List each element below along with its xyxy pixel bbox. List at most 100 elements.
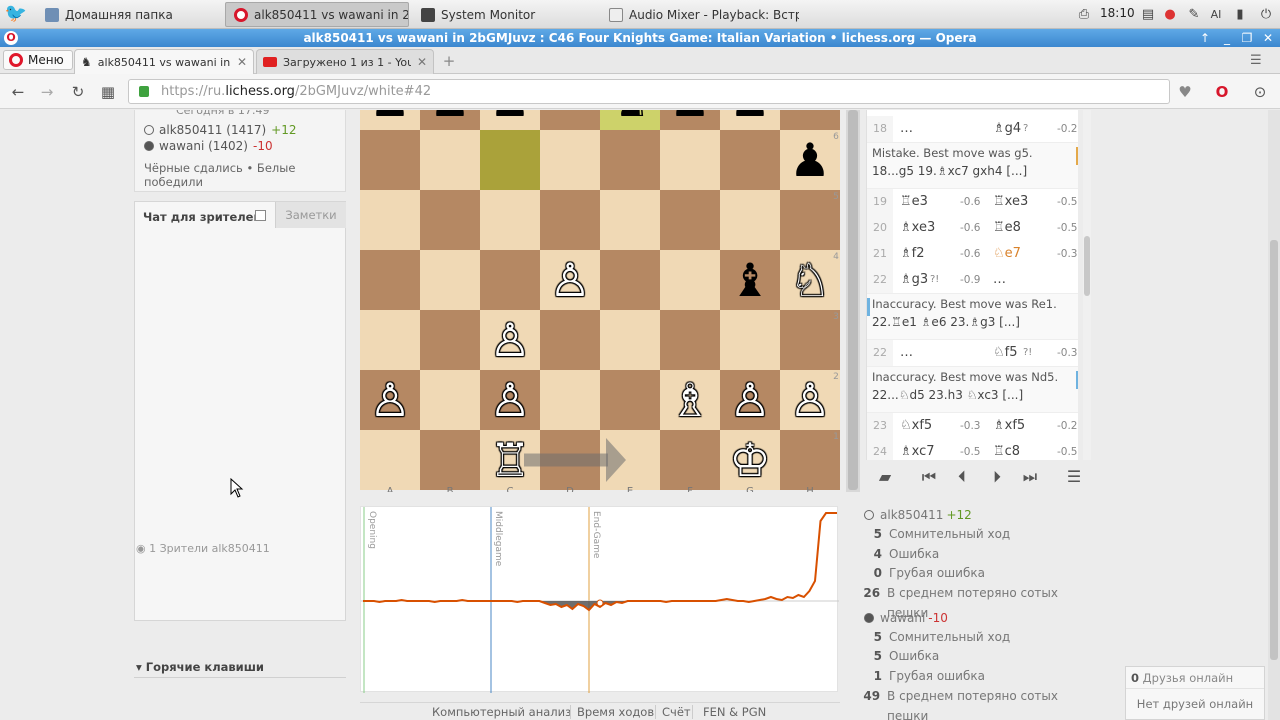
divider: [134, 677, 346, 678]
first-move-icon[interactable]: ⏮: [918, 466, 940, 488]
last-move-icon[interactable]: ⏭: [1019, 466, 1041, 488]
black-move[interactable]: ♗g4: [993, 116, 1021, 142]
white-move[interactable]: ♗xe3: [900, 215, 935, 241]
next-move-icon[interactable]: ⏵: [986, 466, 1008, 488]
black-move[interactable]: ♘f5: [993, 340, 1018, 366]
clock[interactable]: 18:10: [1100, 6, 1135, 20]
forward-icon[interactable]: →: [37, 82, 57, 102]
minimize-icon[interactable]: _: [1218, 29, 1236, 47]
best-line[interactable]: 18...g5 19.♗xc7 gxh4 [...]: [872, 164, 1075, 178]
white-eval: -0.9: [960, 274, 981, 286]
white-move[interactable]: …: [900, 116, 913, 142]
task-opera[interactable]: alk850411 vs wawani in 2bG...: [225, 2, 409, 27]
black-move[interactable]: …: [993, 267, 1006, 293]
record-tray-icon[interactable]: ●: [1160, 4, 1180, 24]
speed-dial-icon[interactable]: ▦: [98, 82, 118, 102]
start-menu-icon[interactable]: 🐦: [4, 3, 28, 25]
power-tray-icon[interactable]: ⏻: [1256, 4, 1276, 24]
scrollbar-thumb[interactable]: [1270, 240, 1278, 660]
tab-notes[interactable]: Заметки: [275, 202, 346, 228]
task-audio-mixer[interactable]: Audio Mixer - Playback: Встр...: [600, 2, 800, 27]
browser-tabbar: Меню ♞ alk850411 vs wawani in 2bGM ✕ Заг…: [0, 47, 1280, 74]
tab-fen-pgn[interactable]: FEN & PGN: [703, 705, 766, 719]
task-home-folder[interactable]: Домашняя папка: [36, 2, 222, 27]
url-field[interactable]: https://ru.lichess.org/2bGMJuvz/white#42: [128, 79, 1170, 104]
prev-move-icon[interactable]: ⏴: [951, 466, 973, 488]
file-label: D: [566, 486, 574, 492]
opera-menu-button[interactable]: Меню: [3, 50, 73, 70]
white-move[interactable]: ♗xc7: [900, 439, 935, 460]
white-move[interactable]: ♗f2: [900, 241, 925, 267]
stat-row[interactable]: 26 В среднем потеряно сотых пешки: [862, 584, 1082, 620]
tab-move-times[interactable]: Время ходов: [577, 705, 654, 719]
window-shade-icon[interactable]: ↑: [1196, 29, 1214, 47]
white-move[interactable]: …: [900, 340, 913, 366]
tab-close-icon[interactable]: ✕: [237, 55, 247, 69]
stat-row[interactable]: 1 Грубая ошибка: [862, 667, 1082, 687]
black-player[interactable]: wawani (1402) -10: [144, 138, 336, 154]
black-eval: -0.3: [1057, 347, 1078, 359]
hamburger-menu-icon[interactable]: ☰: [1063, 466, 1085, 488]
move-list-scrollbar[interactable]: [1083, 110, 1091, 460]
stat-row[interactable]: 0 Грубая ошибка: [862, 564, 1082, 584]
friends-header[interactable]: 0 Друзья онлайн: [1126, 667, 1264, 689]
network-tray-icon[interactable]: ▤: [1138, 4, 1158, 24]
tab-close-icon[interactable]: ✕: [417, 55, 427, 69]
black-rating-diff: -10: [253, 139, 273, 153]
move-comment[interactable]: Inaccuracy. Best move was Nd5. 22...♘d5 2…: [867, 366, 1078, 413]
black-move[interactable]: ♗xf5: [993, 413, 1025, 439]
opening-book-icon[interactable]: ▰: [874, 466, 896, 488]
maximize-icon[interactable]: ❐: [1238, 29, 1256, 47]
chess-board[interactable]: ♟♟♟♞♟♟♟♙♝♘♙♙♙♗♙♙♖♔87654321ABCDEFGH: [360, 110, 840, 492]
hotkeys-toggle[interactable]: ▾ Горячие клавиши: [136, 660, 264, 674]
white-move[interactable]: ♘xf5: [900, 413, 932, 439]
black-move[interactable]: ♘e7: [993, 241, 1021, 267]
scrollbar-thumb[interactable]: [848, 110, 858, 490]
best-line[interactable]: 22...♘d5 23.h3 ♘xc3 [...]: [872, 388, 1075, 402]
black-move[interactable]: ♖xe3: [993, 189, 1028, 215]
tab-spectator-chat[interactable]: Чат для зрителей: [135, 202, 275, 228]
chat-toggle-checkbox[interactable]: [255, 210, 266, 221]
keyboard-layout-icon[interactable]: AI: [1206, 4, 1226, 24]
opera-turbo-icon[interactable]: O: [1212, 82, 1232, 102]
white-player[interactable]: alk850411 (1417) +12: [144, 122, 336, 138]
tab-computer-analysis[interactable]: Компьютерный анализ: [432, 705, 571, 719]
back-icon[interactable]: ←: [8, 82, 28, 102]
tools-tray-icon[interactable]: ✎: [1184, 4, 1204, 24]
stat-row[interactable]: 5 Сомнительный ход: [862, 525, 1082, 545]
downloads-icon[interactable]: ⊙: [1250, 82, 1270, 102]
reload-icon[interactable]: ↻: [68, 82, 88, 102]
new-tab-icon[interactable]: +: [440, 52, 458, 70]
scrollbar-thumb[interactable]: [1084, 236, 1090, 296]
black-move[interactable]: ♖c8: [993, 439, 1020, 460]
task-system-monitor[interactable]: System Monitor: [412, 2, 598, 27]
stats-black-player[interactable]: wawani -10: [862, 608, 1082, 628]
white-move[interactable]: ♗g3: [900, 267, 928, 293]
battery-tray-icon[interactable]: ▮: [1230, 4, 1250, 24]
move-list[interactable]: 18 … ♗g4? -0.2 Mistake. Best move was g5. 18.…: [866, 110, 1078, 460]
white-move[interactable]: ♖e3: [900, 189, 928, 215]
friends-widget[interactable]: 0 Друзья онлайн Нет друзей онлайн: [1125, 666, 1265, 720]
black-move[interactable]: ♖e8: [993, 215, 1021, 241]
best-line[interactable]: 22.♖e1 ♗e6 23.♗g3 [...]: [872, 315, 1075, 329]
tab-lichess[interactable]: ♞ alk850411 vs wawani in 2bGM ✕: [74, 49, 254, 74]
tab-menu-icon[interactable]: ☰: [1250, 53, 1262, 68]
stat-row[interactable]: 4 Ошибка: [862, 545, 1082, 565]
stat-row[interactable]: 49 В среднем потеряно сотых пешки: [862, 687, 1082, 720]
stat-row[interactable]: 5 Сомнительный ход: [862, 628, 1082, 648]
move-comment[interactable]: Mistake. Best move was g5. 18...g5 19.♗xc…: [867, 142, 1078, 189]
tab-score[interactable]: Счёт: [662, 705, 691, 719]
move-number: 20: [867, 215, 893, 241]
stats-white-player[interactable]: alk850411 +12: [862, 505, 1082, 525]
close-icon[interactable]: ✕: [1259, 29, 1277, 47]
analysis-chart[interactable]: Opening Middlegame End-Game: [360, 506, 839, 693]
bookmark-heart-icon[interactable]: ♥: [1175, 82, 1195, 102]
move-comment[interactable]: Inaccuracy. Best move was Re1. 22.♖e1 ♗e6…: [867, 293, 1078, 340]
eye-icon: ◉: [136, 542, 146, 555]
screenshot-tray-icon[interactable]: ⎙: [1074, 4, 1094, 24]
board-resize-scrollbar[interactable]: [846, 110, 860, 492]
page-scrollbar[interactable]: [1268, 110, 1280, 720]
stat-row[interactable]: 5 Ошибка: [862, 647, 1082, 667]
tab-youtube[interactable]: Загружено 1 из 1 - YouTu ✕: [256, 49, 434, 74]
url-path: /2bGMJuvz/white#42: [294, 84, 432, 99]
